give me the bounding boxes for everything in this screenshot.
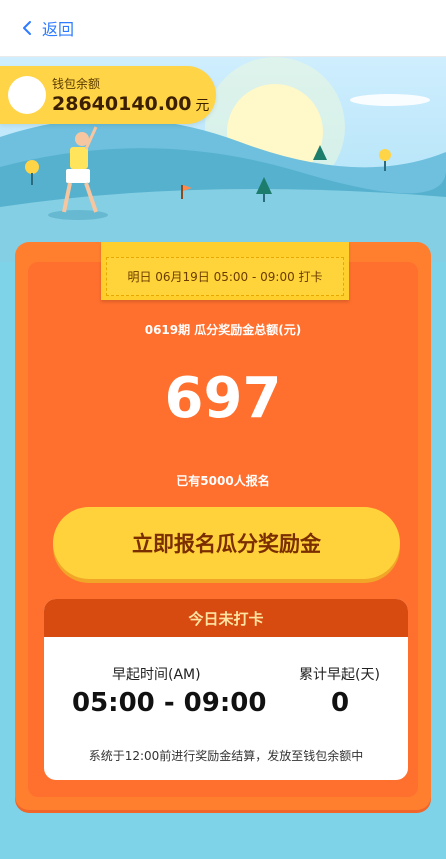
back-button[interactable]: 返回 [22, 16, 74, 40]
avatar [8, 76, 46, 114]
wakeup-time-label: 早起时间(AM) [112, 667, 201, 683]
wakeup-time-value: 05:00 - 09:00 [72, 688, 267, 718]
wallet-label: 钱包余额 [52, 77, 101, 91]
cumulative-days-value: 0 [331, 688, 350, 718]
cumulative-days-label: 累计早起(天) [299, 667, 380, 683]
wallet-amount: 28640140.00 元 [52, 93, 209, 115]
chevron-left-icon [23, 21, 31, 35]
enrolled-count: 已有5000人报名 [176, 474, 270, 488]
next-checkin-text: 明日 06月19日 05:00 - 09:00 打卡 [106, 257, 344, 296]
pool-period-label: 0619期 瓜分奖励金总额(元) [144, 323, 302, 337]
wallet-amount-value: 28640140.00 [52, 93, 192, 115]
wallet-balance-badge[interactable]: 钱包余额 28640140.00 元 [0, 66, 216, 124]
wallet-unit: 元 [195, 98, 210, 114]
top-nav-bar: 返回 [0, 0, 446, 57]
settlement-note: 系统于12:00前进行奖励金结算，发放至钱包余额中 [88, 749, 364, 763]
checkin-status-header: 今日未打卡 [44, 599, 408, 637]
back-label: 返回 [42, 20, 75, 39]
pool-total-amount: 697 [164, 366, 282, 431]
join-reward-button[interactable]: 立即报名瓜分奖励金 [53, 507, 400, 579]
